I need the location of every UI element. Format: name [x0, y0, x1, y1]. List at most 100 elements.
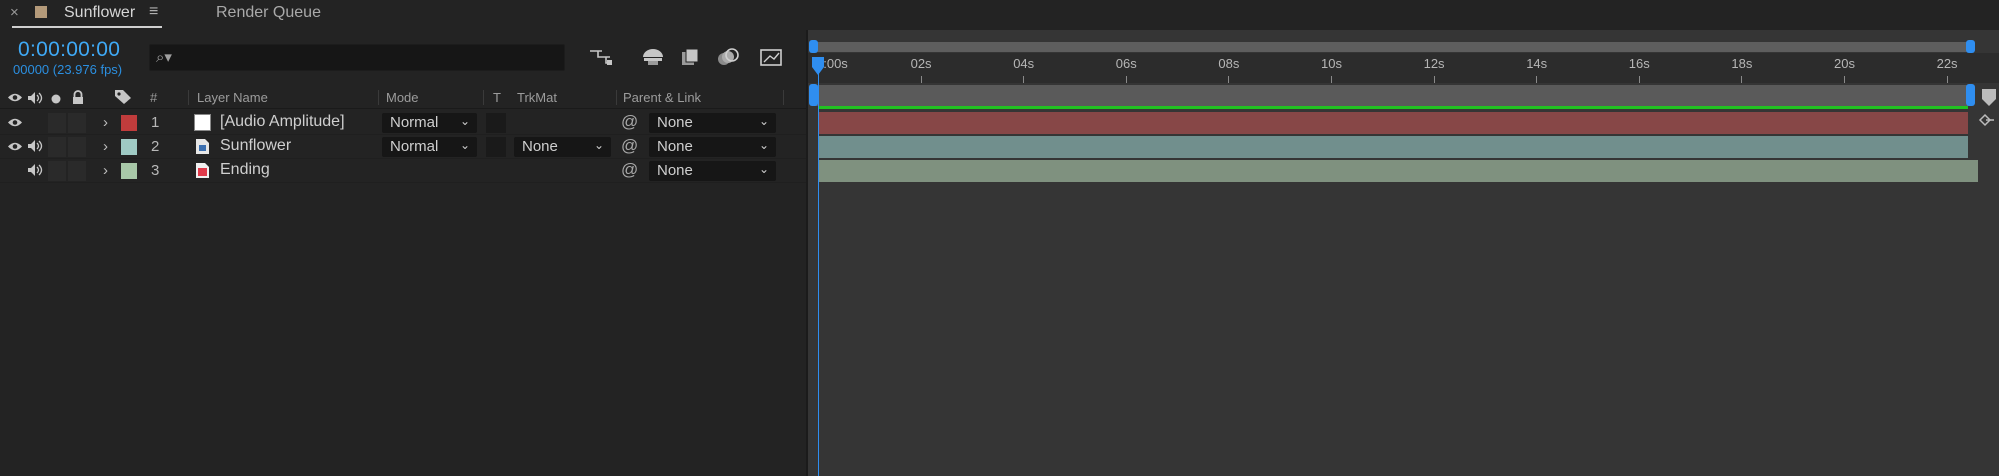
navigator-end-handle[interactable] — [1966, 40, 1975, 53]
solo-toggle[interactable] — [48, 161, 66, 181]
frame-rate-display: 00000 (23.976 fps) — [13, 62, 123, 77]
ruler-tick — [1331, 76, 1332, 83]
layer-row[interactable]: › 2 Sunflower Normal ⌄ None ⌄ @ None ⌄ — [0, 135, 806, 159]
layer-row[interactable]: › 1 [Audio Amplitude] Normal ⌄ @ None ⌄ — [0, 111, 806, 135]
layer-name[interactable]: Sunflower — [220, 137, 291, 155]
parent-value: None — [657, 114, 693, 131]
chevron-down-icon: ⌄ — [460, 114, 471, 128]
ruler-tick-label: 14s — [1526, 56, 1548, 71]
mode-dropdown[interactable]: Normal ⌄ — [382, 113, 477, 133]
video-visibility-column-icon[interactable] — [7, 91, 23, 109]
composition-flowchart-icon[interactable] — [588, 46, 614, 68]
footage-icon — [195, 138, 210, 160]
solo-column-icon[interactable] — [50, 92, 62, 110]
lock-column-icon[interactable] — [71, 90, 85, 110]
audio-file-icon — [195, 162, 210, 184]
column-separator[interactable] — [616, 90, 617, 105]
label-column-icon[interactable] — [114, 89, 132, 110]
graph-editor-icon[interactable] — [758, 46, 784, 68]
work-area-start-handle[interactable] — [809, 84, 818, 106]
column-number: # — [150, 90, 158, 105]
column-separator[interactable] — [483, 90, 484, 105]
work-area-bar[interactable] — [813, 85, 1971, 106]
chevron-down-icon: ⌄ — [460, 138, 471, 152]
current-time-display[interactable]: 0:00:00:00 — [18, 38, 120, 62]
ruler-tick-label: 12s — [1423, 56, 1445, 71]
ruler-tick-label: 10s — [1321, 56, 1342, 71]
chevron-down-icon: ⌄ — [759, 138, 770, 152]
close-tab-icon[interactable]: × — [10, 4, 19, 21]
tab-render-queue[interactable]: Render Queue — [216, 4, 321, 22]
ruler-tick-label: 20s — [1834, 56, 1855, 71]
column-t[interactable]: T — [493, 90, 501, 105]
current-time-indicator-line[interactable] — [818, 60, 819, 476]
expand-chevron-icon[interactable]: › — [103, 114, 108, 131]
chevron-down-icon: ⌄ — [759, 162, 770, 176]
video-visibility-icon[interactable] — [7, 116, 23, 134]
pick-whip-icon[interactable]: @ — [621, 136, 638, 156]
lock-toggle[interactable] — [68, 113, 86, 133]
audio-preview-indicator — [818, 106, 1968, 109]
layer-name[interactable]: Ending — [220, 161, 270, 179]
ruler-tick — [1536, 76, 1538, 83]
solid-icon — [194, 114, 211, 136]
tab-sunflower[interactable]: Sunflower — [64, 4, 135, 22]
motion-blur-icon[interactable] — [715, 46, 741, 68]
parent-dropdown[interactable]: None ⌄ — [649, 137, 776, 157]
preserve-transparency-toggle[interactable] — [486, 137, 506, 157]
mode-value: Normal — [390, 114, 439, 131]
preserve-transparency-toggle[interactable] — [486, 113, 506, 133]
layer-duration-bar[interactable] — [818, 160, 1978, 182]
mode-dropdown[interactable]: Normal ⌄ — [382, 137, 477, 157]
layer-duration-bar[interactable] — [818, 112, 1968, 134]
trkmat-dropdown[interactable]: None ⌄ — [514, 137, 611, 157]
pick-whip-icon[interactable]: @ — [621, 160, 638, 180]
solo-toggle[interactable] — [48, 113, 66, 133]
audio-speaker-icon[interactable] — [27, 139, 43, 158]
label-color-swatch[interactable] — [121, 163, 137, 179]
chevron-down-icon: ⌄ — [759, 114, 770, 128]
parent-dropdown[interactable]: None ⌄ — [649, 161, 776, 181]
column-mode[interactable]: Mode — [386, 90, 419, 105]
solo-toggle[interactable] — [48, 137, 66, 157]
column-trkmat[interactable]: TrkMat — [517, 90, 557, 105]
label-color-swatch[interactable] — [121, 139, 137, 155]
search-icon: ⌕▾ — [156, 49, 172, 66]
column-separator[interactable] — [378, 90, 379, 105]
expand-chevron-icon[interactable]: › — [103, 162, 108, 179]
timeline-right-gutter — [1972, 85, 1999, 155]
ruler-tick-label: 06s — [1115, 56, 1137, 71]
column-separator[interactable] — [188, 90, 189, 105]
time-ruler[interactable] — [808, 53, 1999, 83]
current-time-indicator-head[interactable] — [811, 56, 825, 78]
label-color-swatch[interactable] — [121, 115, 137, 131]
lock-toggle[interactable] — [68, 137, 86, 157]
column-separator[interactable] — [783, 90, 784, 105]
ruler-tick — [1946, 76, 1948, 83]
active-tab-underline — [12, 26, 162, 28]
mode-value: Normal — [390, 138, 439, 155]
ruler-tick-label: 22s — [1936, 56, 1958, 71]
lock-toggle[interactable] — [68, 161, 86, 181]
frame-blending-icon[interactable] — [678, 46, 704, 68]
layer-name[interactable]: [Audio Amplitude] — [220, 113, 345, 131]
time-navigator-bar[interactable] — [811, 42, 1972, 52]
ruler-tick — [1125, 76, 1127, 83]
parent-dropdown[interactable]: None ⌄ — [649, 113, 776, 133]
audio-column-icon[interactable] — [27, 91, 43, 110]
chevron-down-icon: ⌄ — [594, 138, 605, 152]
video-visibility-icon[interactable] — [7, 140, 23, 158]
pick-whip-icon[interactable]: @ — [621, 112, 638, 132]
layer-search-input[interactable]: ⌕▾ — [149, 44, 565, 71]
panel-menu-icon[interactable]: ≡ — [149, 3, 158, 21]
audio-speaker-icon[interactable] — [27, 163, 43, 182]
column-layer-name[interactable]: Layer Name — [197, 90, 268, 105]
layer-row[interactable]: › 3 Ending @ None ⌄ — [0, 159, 806, 183]
draft-3d-icon[interactable] — [640, 46, 666, 68]
navigator-start-handle[interactable] — [809, 40, 818, 53]
expand-chevron-icon[interactable]: › — [103, 138, 108, 155]
ruler-tick — [1023, 76, 1025, 83]
column-parent-link[interactable]: Parent & Link — [623, 90, 701, 105]
layer-duration-bar[interactable] — [818, 136, 1968, 158]
ruler-tick — [1741, 76, 1743, 83]
